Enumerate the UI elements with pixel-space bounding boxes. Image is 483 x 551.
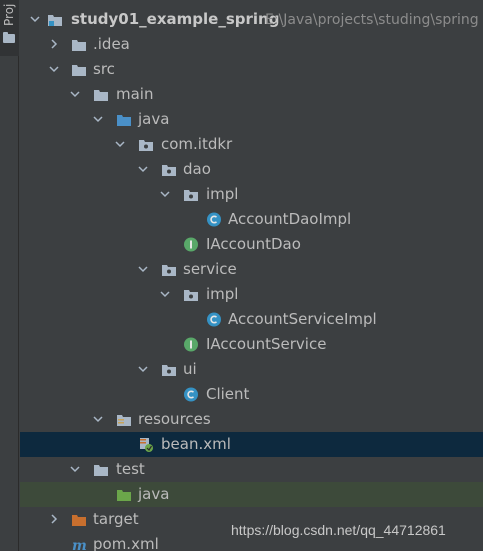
package-icon xyxy=(183,187,199,202)
folder-label: test xyxy=(116,460,145,478)
file-label: bean.xml xyxy=(161,435,231,453)
source-folder-icon xyxy=(116,112,132,127)
tree-row-src[interactable]: src xyxy=(20,57,483,82)
tool-window-strip: Proj xyxy=(0,0,19,551)
excluded-folder-icon xyxy=(71,512,87,527)
project-path: E:\Java\projects\studing\spring xyxy=(265,12,479,28)
package-icon xyxy=(161,362,177,377)
file-label: pom.xml xyxy=(93,535,159,551)
class-label: Client xyxy=(206,385,250,403)
resources-folder-icon xyxy=(116,412,132,427)
tree-row-main[interactable]: main xyxy=(20,82,483,107)
folder-label: target xyxy=(93,510,139,528)
chevron-down-icon[interactable] xyxy=(93,414,103,424)
tree-row-dao-impl[interactable]: impl xyxy=(20,182,483,207)
chevron-down-icon[interactable] xyxy=(138,164,148,174)
tree-row-test[interactable]: test xyxy=(20,457,483,482)
package-icon xyxy=(161,262,177,277)
package-label: ui xyxy=(183,360,197,378)
project-tool-window: Proj study01_example_spring E:\Java\proj… xyxy=(0,0,483,551)
chevron-down-icon[interactable] xyxy=(138,264,148,274)
interface-icon xyxy=(183,337,199,352)
tree-row-resources[interactable]: resources xyxy=(20,407,483,432)
chevron-right-icon[interactable] xyxy=(49,514,59,524)
tree-row-service-impl[interactable]: impl xyxy=(20,282,483,307)
tree-row-account-service-impl[interactable]: AccountServiceImpl xyxy=(20,307,483,332)
folder-icon xyxy=(93,462,109,477)
tree-row-idea[interactable]: .idea xyxy=(20,32,483,57)
folder-icon xyxy=(93,87,109,102)
folder-icon xyxy=(71,62,87,77)
tree-row-java-main[interactable]: java xyxy=(20,107,483,132)
package-label: impl xyxy=(206,285,239,303)
class-icon xyxy=(206,212,222,227)
class-label: AccountDaoImpl xyxy=(228,210,352,228)
project-tree: study01_example_spring E:\Java\projects\… xyxy=(20,0,483,551)
tree-row-service[interactable]: service xyxy=(20,257,483,282)
tree-row-bean-xml[interactable]: bean.xml xyxy=(20,432,483,457)
package-icon xyxy=(138,137,154,152)
tree-row-account-dao-impl[interactable]: AccountDaoImpl xyxy=(20,207,483,232)
xml-file-icon xyxy=(138,437,154,452)
folder-label: java xyxy=(138,485,170,503)
folder-icon xyxy=(71,37,87,52)
class-icon xyxy=(183,387,199,402)
chevron-down-icon[interactable] xyxy=(160,189,170,199)
package-label: service xyxy=(183,260,237,278)
folder-label: main xyxy=(116,85,154,103)
package-icon xyxy=(183,287,199,302)
chevron-down-icon[interactable] xyxy=(49,64,59,74)
project-tab-label: Proj xyxy=(2,3,16,26)
tree-row-ui[interactable]: ui xyxy=(20,357,483,382)
maven-icon: m xyxy=(71,537,87,551)
svg-text:m: m xyxy=(72,538,87,551)
tree-row-iaccount-dao[interactable]: IAccountDao xyxy=(20,232,483,257)
tree-row-package[interactable]: com.itdkr xyxy=(20,132,483,157)
interface-icon xyxy=(183,237,199,252)
chevron-down-icon[interactable] xyxy=(93,114,103,124)
tree-row-dao[interactable]: dao xyxy=(20,157,483,182)
tree-row-iaccount-service[interactable]: IAccountService xyxy=(20,332,483,357)
chevron-down-icon[interactable] xyxy=(70,89,80,99)
package-label: dao xyxy=(183,160,211,178)
folder-label: java xyxy=(138,110,170,128)
chevron-down-icon[interactable] xyxy=(160,289,170,299)
project-name: study01_example_spring xyxy=(71,10,280,28)
tree-row-project-root[interactable]: study01_example_spring E:\Java\projects\… xyxy=(20,7,483,32)
chevron-down-icon[interactable] xyxy=(138,364,148,374)
package-label: com.itdkr xyxy=(161,135,233,153)
interface-label: IAccountService xyxy=(206,335,327,353)
chevron-right-icon[interactable] xyxy=(49,39,59,49)
class-label: AccountServiceImpl xyxy=(228,310,377,328)
tree-row-java-test[interactable]: java xyxy=(20,482,483,507)
tree-row-client[interactable]: Client xyxy=(20,382,483,407)
class-icon xyxy=(206,312,222,327)
folder-label: resources xyxy=(138,410,211,428)
chevron-down-icon[interactable] xyxy=(70,464,80,474)
chevron-down-icon[interactable] xyxy=(30,14,40,24)
package-label: impl xyxy=(206,185,239,203)
package-icon xyxy=(161,162,177,177)
chevron-down-icon[interactable] xyxy=(115,139,125,149)
test-folder-icon xyxy=(116,487,132,502)
interface-label: IAccountDao xyxy=(206,235,301,253)
project-folder-icon xyxy=(47,12,63,27)
project-tool-tab[interactable]: Proj xyxy=(0,0,19,56)
folder-icon xyxy=(3,32,15,43)
watermark-text: https://blog.csdn.net/qq_44712861 xyxy=(231,522,446,538)
folder-label: .idea xyxy=(93,35,130,53)
folder-label: src xyxy=(93,60,115,78)
